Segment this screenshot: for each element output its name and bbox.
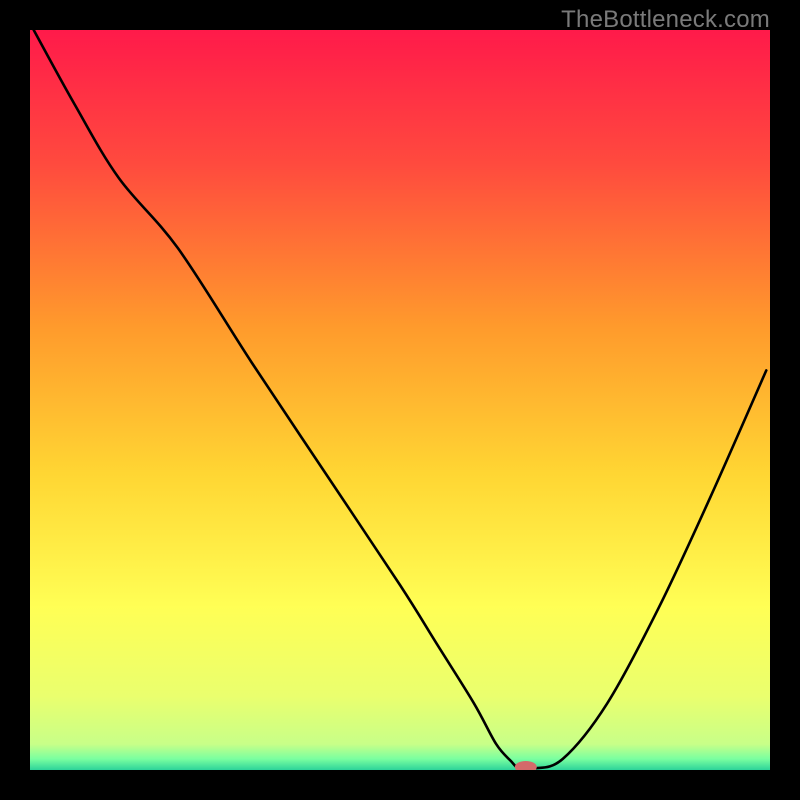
chart-stage: TheBottleneck.com [0, 0, 800, 800]
bottleneck-chart-svg [30, 30, 770, 770]
heatmap-background [30, 30, 770, 770]
plot-area [30, 30, 770, 770]
